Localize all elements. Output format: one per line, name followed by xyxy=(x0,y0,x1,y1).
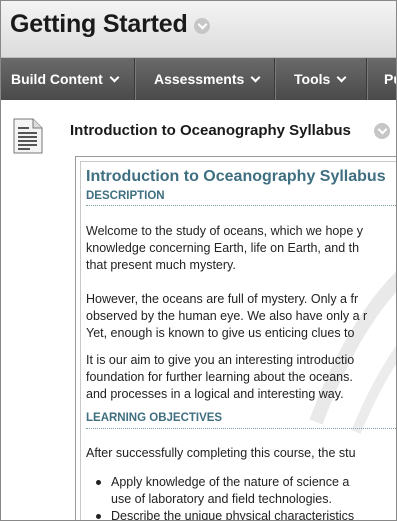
paragraph-line: that present much mystery. xyxy=(86,258,236,272)
objective-item: Describe the unique physical characteris… xyxy=(96,508,355,521)
paragraph-line: observed by the human eye. We also have … xyxy=(86,309,368,323)
objective-item-continued: use of laboratory and field technologies… xyxy=(111,491,332,508)
syllabus-heading: Introduction to Oceanography Syllabus xyxy=(86,168,386,185)
content-item-title[interactable]: Introduction to Oceanography Syllabus xyxy=(70,122,351,139)
app-window: Getting Started Build Content Assessment… xyxy=(0,0,397,521)
paragraph-line: and processes in a logical and interesti… xyxy=(86,387,344,401)
objective-line: Describe the unique physical characteris… xyxy=(111,509,355,521)
action-bar: Build Content Assessments Tools Pu xyxy=(1,58,396,100)
partner-content-label: Pu xyxy=(384,71,396,87)
objective-line: Apply knowledge of the nature of science… xyxy=(111,475,350,489)
objective-line: use of laboratory and field technologies… xyxy=(111,492,332,506)
item-options-chevron-icon[interactable] xyxy=(374,123,390,139)
title-options-chevron-icon[interactable] xyxy=(194,18,210,34)
content-area: Introduction to Oceanography Syllabus In… xyxy=(1,101,396,521)
section-divider xyxy=(86,428,396,429)
nav-divider xyxy=(274,58,276,100)
nav-divider xyxy=(366,58,368,100)
paragraph-line: It is our aim to give you an interesting… xyxy=(86,353,355,367)
chevron-down-icon xyxy=(336,72,347,83)
partner-content-menu[interactable]: Pu xyxy=(384,58,396,100)
syllabus-frame: Introduction to Oceanography Syllabus DE… xyxy=(75,156,396,521)
nav-divider xyxy=(134,58,136,100)
page-title: Getting Started xyxy=(10,10,188,38)
tools-menu[interactable]: Tools xyxy=(294,58,347,100)
paragraph-line: Yet, enough is known to give us enticing… xyxy=(86,326,355,340)
tools-label: Tools xyxy=(294,71,331,87)
learning-objectives-label: LEARNING OBJECTIVES xyxy=(86,412,223,424)
paragraph-line: Welcome to the study of oceans, which we… xyxy=(86,224,364,238)
objective-item: Apply knowledge of the nature of science… xyxy=(96,474,350,491)
paragraph-line: foundation for further learning about th… xyxy=(86,370,353,384)
paragraph-line: knowledge concerning Earth, life on Eart… xyxy=(86,241,360,255)
document-icon xyxy=(13,118,43,154)
bullet-icon xyxy=(96,514,101,519)
description-label: DESCRIPTION xyxy=(86,190,165,202)
objectives-intro: After successfully completing this cours… xyxy=(86,446,356,460)
paragraph-line: However, the oceans are full of mystery.… xyxy=(86,292,359,306)
bullet-icon xyxy=(96,480,101,485)
assessments-label: Assessments xyxy=(154,71,245,87)
build-content-menu[interactable]: Build Content xyxy=(11,58,120,100)
assessments-menu[interactable]: Assessments xyxy=(154,58,261,100)
chevron-down-icon xyxy=(109,72,120,83)
syllabus-document: Introduction to Oceanography Syllabus DE… xyxy=(80,161,396,521)
section-divider xyxy=(86,205,396,206)
build-content-label: Build Content xyxy=(11,71,103,87)
chevron-down-icon xyxy=(250,72,261,83)
page-header: Getting Started xyxy=(1,1,396,58)
